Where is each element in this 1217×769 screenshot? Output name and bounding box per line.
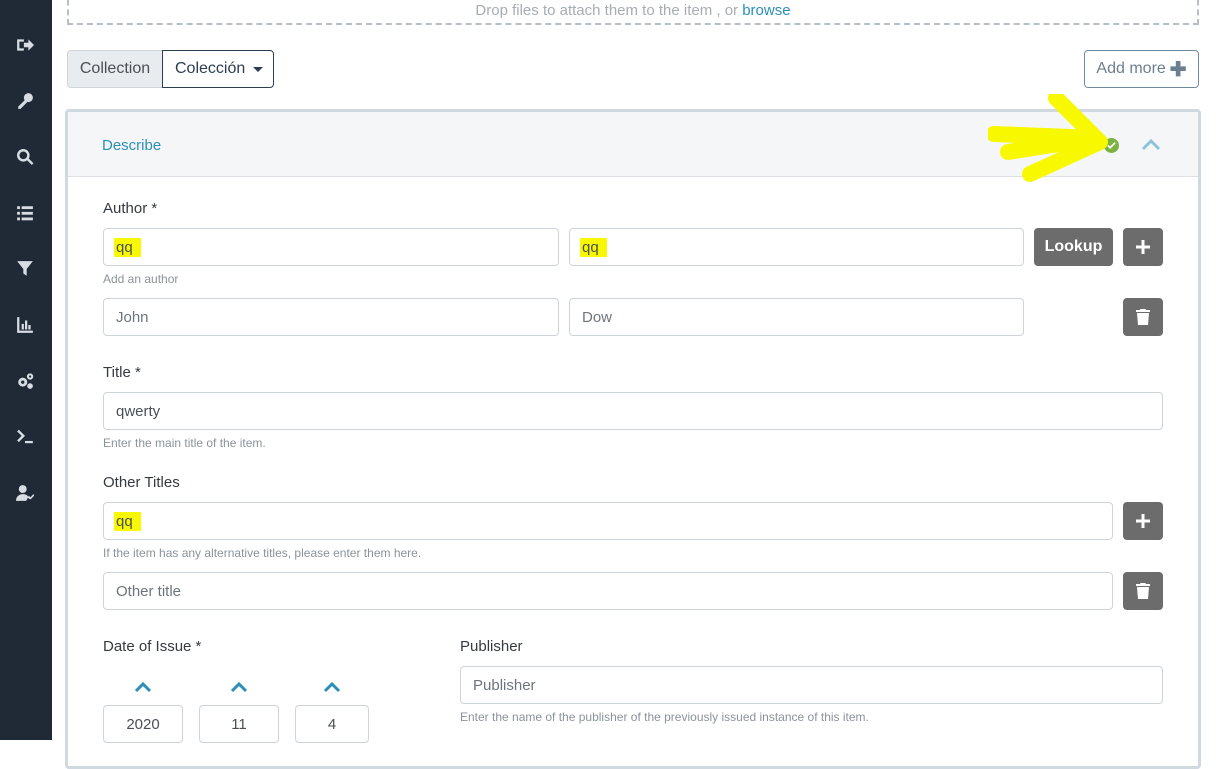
panel-title[interactable]: Describe xyxy=(102,137,161,154)
author-label: Author * xyxy=(103,200,158,217)
caret-down-icon xyxy=(253,66,264,72)
search-icon[interactable] xyxy=(14,146,36,168)
month-input[interactable]: 11 xyxy=(199,705,279,743)
author-hint: Add an author xyxy=(103,272,179,286)
add-more-button[interactable]: Add more ✚ xyxy=(1084,50,1199,88)
plus-icon xyxy=(1136,240,1150,254)
other-titles-hint: If the item has any alternative titles, … xyxy=(103,546,422,560)
collection-label: Collection xyxy=(67,50,163,88)
collection-dropdown[interactable]: Colección xyxy=(162,50,274,88)
user-check-icon[interactable] xyxy=(14,482,36,504)
publisher-input[interactable]: Publisher xyxy=(460,666,1163,704)
title-input[interactable]: qwerty xyxy=(103,392,1163,430)
other-titles-label: Other Titles xyxy=(103,474,180,491)
author-last-value: qq xyxy=(580,237,607,257)
list-icon[interactable] xyxy=(14,202,36,224)
dropzone-text: Drop files to attach them to the item , … xyxy=(475,2,791,19)
delete-author-button[interactable] xyxy=(1123,298,1163,336)
delete-other-title-button[interactable] xyxy=(1123,572,1163,610)
add-author-button[interactable] xyxy=(1123,228,1163,266)
cogs-icon[interactable] xyxy=(14,370,36,392)
lookup-button[interactable]: Lookup xyxy=(1034,228,1113,266)
chevron-up-icon[interactable] xyxy=(1140,134,1162,156)
publisher-label: Publisher xyxy=(460,638,523,655)
annotation-arrow xyxy=(988,94,1108,182)
author-first-value: qq xyxy=(114,237,141,257)
add-more-label: Add more xyxy=(1096,60,1166,77)
title-label: Title * xyxy=(103,364,141,381)
trash-icon xyxy=(1136,309,1150,325)
plus-icon xyxy=(1136,514,1150,528)
day-input[interactable]: 4 xyxy=(295,705,369,743)
other-title-value: qq xyxy=(114,511,141,531)
trash-icon xyxy=(1136,583,1150,599)
author-last-name-input[interactable]: qq xyxy=(569,228,1024,266)
key-icon[interactable] xyxy=(14,90,36,112)
terminal-icon[interactable] xyxy=(14,426,36,448)
plus-icon: ✚ xyxy=(1169,58,1187,81)
filter-icon[interactable] xyxy=(14,258,36,280)
year-increment-icon[interactable] xyxy=(134,680,152,694)
file-dropzone[interactable]: Drop files to attach them to the item , … xyxy=(67,0,1199,25)
month-increment-icon[interactable] xyxy=(230,680,248,694)
chart-icon[interactable] xyxy=(14,314,36,336)
collection-selected: Colección xyxy=(175,60,246,77)
browse-link[interactable]: browse xyxy=(742,2,790,19)
sign-out-icon[interactable] xyxy=(14,34,36,56)
day-increment-icon[interactable] xyxy=(323,680,341,694)
title-hint: Enter the main title of the item. xyxy=(103,436,266,450)
admin-sidebar xyxy=(0,0,52,740)
other-title-input[interactable]: qq xyxy=(103,502,1113,540)
date-issue-label: Date of Issue * xyxy=(103,638,202,655)
other-title-input-2[interactable]: Other title xyxy=(103,572,1113,610)
publisher-hint: Enter the name of the publisher of the p… xyxy=(460,710,869,724)
author-last-name-input-2[interactable]: Dow xyxy=(569,298,1024,336)
author-first-name-input-2[interactable]: John xyxy=(103,298,559,336)
author-first-name-input[interactable]: qq xyxy=(103,228,559,266)
year-input[interactable]: 2020 xyxy=(103,705,183,743)
add-other-title-button[interactable] xyxy=(1123,502,1163,540)
